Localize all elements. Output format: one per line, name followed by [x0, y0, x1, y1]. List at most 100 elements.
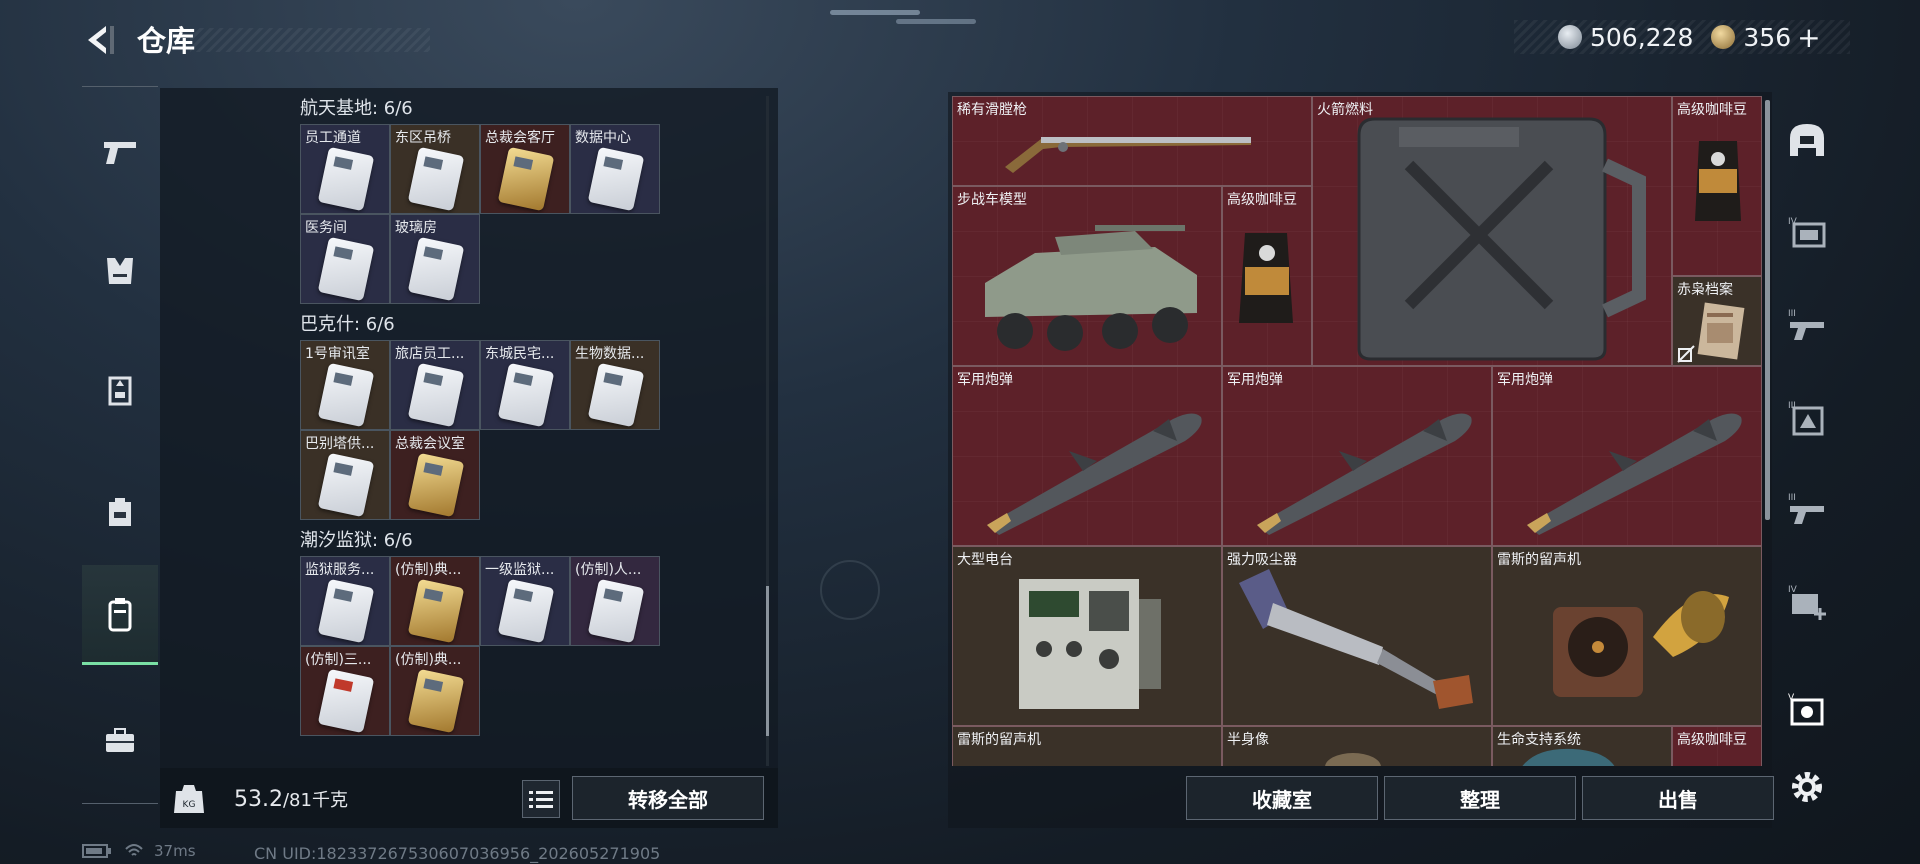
add-currency-button[interactable]: + — [1797, 21, 1820, 54]
item-military-shell[interactable]: 军用炮弹 — [1492, 366, 1762, 546]
key-card-label: 旅店员工... — [395, 346, 465, 362]
key-card-item[interactable]: 1号审讯室 — [300, 340, 390, 430]
item-ifv-model[interactable]: 步战车模型 — [952, 186, 1222, 366]
key-card-item[interactable]: 医务间 — [300, 214, 390, 304]
musket-icon — [1005, 137, 1251, 173]
item-life-support-system[interactable]: 生命支持系统 — [1492, 726, 1672, 766]
armor-vest-icon — [107, 258, 133, 284]
right-scrollbar[interactable] — [1765, 100, 1770, 520]
svg-text:KG: KG — [183, 800, 196, 810]
transfer-all-button[interactable]: 转移全部 — [572, 776, 764, 820]
silver-coin-icon — [1558, 25, 1582, 49]
key-card-item[interactable]: (仿制)三... — [300, 646, 390, 736]
svg-text:III: III — [1788, 493, 1796, 503]
key-card-item[interactable]: 一级监狱... — [480, 556, 570, 646]
item-premium-coffee-beans[interactable]: 高级咖啡豆 — [1672, 726, 1762, 766]
sidebar-item-case[interactable] — [82, 691, 158, 791]
level4-armor-icon[interactable]: IV — [1786, 212, 1828, 254]
item-label: 高级咖啡豆 — [1677, 732, 1747, 748]
sidebar-item-weapons[interactable] — [82, 101, 158, 201]
keycard-icon — [497, 578, 555, 644]
key-card-item[interactable]: 旅店员工... — [390, 340, 480, 430]
coffee-bag-icon — [1239, 233, 1293, 323]
helmet-icon[interactable] — [1786, 120, 1828, 162]
keycard-icon — [317, 578, 375, 644]
item-rocket-fuel[interactable]: 火箭燃料 — [1312, 96, 1672, 366]
status-bar: 37ms — [82, 842, 208, 860]
battery-icon — [82, 844, 111, 858]
item-military-shell[interactable]: 军用炮弹 — [1222, 366, 1492, 546]
key-card-label: 东城民宅... — [485, 346, 555, 362]
sort-button[interactable]: 整理 — [1384, 776, 1576, 820]
key-card-label: 总裁会客厅 — [485, 130, 555, 146]
key-card-label: 医务间 — [305, 220, 347, 236]
item-military-shell[interactable]: 军用炮弹 — [952, 366, 1222, 546]
category-sidebar — [82, 86, 158, 804]
item-premium-coffee-beans[interactable]: 高级咖啡豆 — [1222, 186, 1312, 366]
sidebar-item-chest-rig[interactable] — [82, 341, 158, 441]
item-vacuum-cleaner[interactable]: 强力吸尘器 — [1222, 546, 1492, 726]
item-phonograph[interactable]: 雷斯的留声机 — [952, 726, 1222, 766]
page-title: 仓库 — [137, 24, 196, 58]
key-card-item[interactable]: 玻璃房 — [390, 214, 480, 304]
weight-current: 53.2 — [234, 787, 283, 812]
left-scrollbar[interactable] — [766, 96, 769, 766]
key-card-item[interactable]: 东区吊桥 — [390, 124, 480, 214]
container-icon — [108, 597, 132, 631]
keycard-icon — [497, 362, 555, 428]
list-view-button[interactable] — [522, 780, 560, 818]
sidebar-item-container[interactable] — [82, 565, 158, 665]
item-premium-coffee-beans[interactable]: 高级咖啡豆 — [1672, 96, 1762, 276]
item-label: 军用炮弹 — [1497, 372, 1553, 388]
level3-rig-icon[interactable]: III — [1786, 396, 1828, 438]
phonograph-icon — [1553, 591, 1729, 697]
backpack-icon — [109, 498, 131, 526]
keycard-icon — [407, 452, 465, 518]
key-card-label: (仿制)典... — [395, 652, 462, 668]
key-card-item[interactable]: 生物数据... — [570, 340, 660, 430]
keycard-icon — [317, 452, 375, 518]
level4-add-icon[interactable]: IV — [1786, 580, 1828, 622]
item-phonograph[interactable]: 雷斯的留声机 — [1492, 546, 1762, 726]
keycard-icon — [587, 578, 645, 644]
key-card-item[interactable]: 总裁会议室 — [390, 430, 480, 520]
item-rare-musket[interactable]: 稀有滑膛枪 — [952, 96, 1312, 186]
key-card-item[interactable]: 数据中心 — [570, 124, 660, 214]
level5-kit-icon[interactable]: V — [1786, 688, 1828, 730]
keycard-icon — [407, 668, 465, 734]
key-card-item[interactable]: (仿制)典... — [390, 556, 480, 646]
no-access-icon — [1677, 345, 1695, 363]
keycard-icon — [317, 362, 375, 428]
key-card-item[interactable]: 巴别塔供... — [300, 430, 390, 520]
chest-rig-icon — [108, 376, 132, 406]
item-bust[interactable]: 半身像 — [1222, 726, 1492, 766]
settings-gear-icon[interactable] — [1786, 766, 1828, 808]
item-large-radio[interactable]: 大型电台 — [952, 546, 1222, 726]
keycard-icon — [587, 146, 645, 212]
list-icon — [529, 791, 553, 808]
ceiling-light — [896, 19, 976, 24]
level3-weapon-icon[interactable]: III — [1786, 304, 1828, 346]
keycard-icon — [317, 236, 375, 302]
key-card-item[interactable]: 东城民宅... — [480, 340, 570, 430]
weight-unit: 千克 — [311, 790, 348, 811]
container-group-title: 潮汐监狱: 6/6 — [300, 530, 413, 551]
key-card-label: 巴别塔供... — [305, 436, 375, 452]
sidebar-item-armor[interactable] — [82, 221, 158, 321]
level3-gun-icon[interactable]: III — [1786, 488, 1828, 530]
sell-button[interactable]: 出售 — [1582, 776, 1774, 820]
key-card-item[interactable]: 总裁会客厅 — [480, 124, 570, 214]
key-card-item[interactable]: (仿制)典... — [390, 646, 480, 736]
back-arrow-icon[interactable] — [80, 20, 120, 60]
key-card-item[interactable]: 监狱服务... — [300, 556, 390, 646]
key-card-item[interactable]: (仿制)人... — [570, 556, 660, 646]
sidebar-item-backpack[interactable] — [82, 461, 158, 561]
collection-room-button[interactable]: 收藏室 — [1186, 776, 1378, 820]
item-red-owl-file[interactable]: 赤枭档案 — [1672, 276, 1762, 366]
document-icon — [1697, 302, 1745, 360]
missile-icon — [1527, 413, 1742, 535]
key-card-item[interactable]: 员工通道 — [300, 124, 390, 214]
item-label: 高级咖啡豆 — [1677, 102, 1747, 118]
pistol-icon — [104, 142, 136, 164]
missile-icon — [987, 413, 1202, 535]
